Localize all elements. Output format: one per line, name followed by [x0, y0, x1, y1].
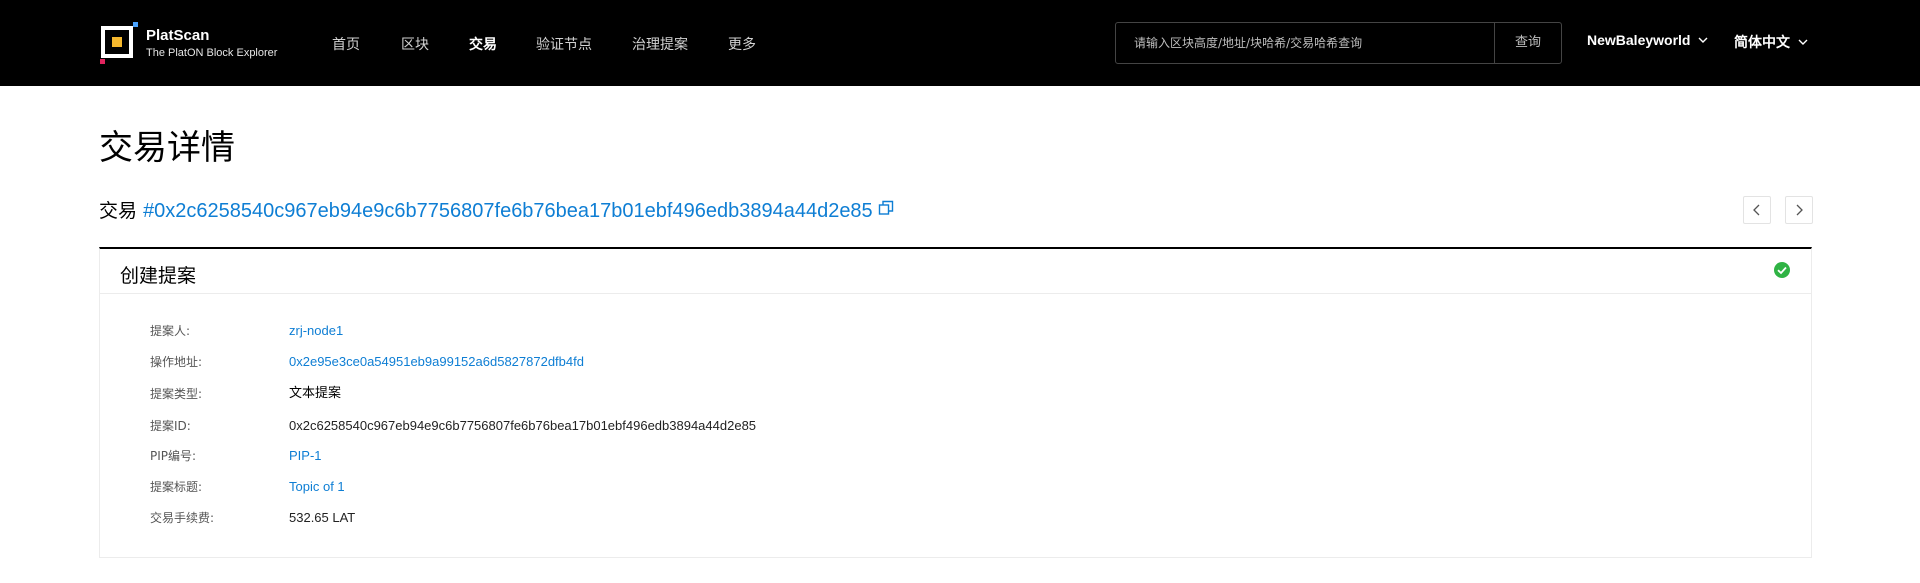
transaction-label: 交易 [99, 200, 138, 222]
operator-address-link[interactable]: 0x2e95e3ce0a54951eb9a99152a6d5827872dfb4… [289, 352, 584, 372]
proposal-id-label: 提案ID: [150, 419, 191, 433]
next-tx-button[interactable] [1785, 196, 1813, 224]
search-input[interactable] [1116, 23, 1494, 63]
nav-transactions[interactable]: 交易 [469, 34, 536, 54]
nav-more[interactable]: 更多 [728, 34, 756, 54]
search-box: 查询 [1115, 22, 1562, 64]
nav-proposals[interactable]: 治理提案 [632, 34, 728, 54]
pip-number-label: PIP编号: [150, 449, 197, 463]
copy-icon[interactable] [878, 200, 894, 216]
tx-fee-value: 532.65 LAT [289, 510, 356, 525]
page-title: 交易详情 [99, 128, 235, 168]
chevron-right-icon [1796, 204, 1803, 216]
language-label: 简体中文 [1734, 34, 1790, 50]
nav-home[interactable]: 首页 [332, 34, 401, 54]
network-dropdown[interactable]: NewBaleyworld [1587, 32, 1708, 48]
transaction-hash[interactable]: #0x2c6258540c967eb94e9c6b7756807fe6b76be… [143, 200, 873, 222]
main-nav: 首页 区块 交易 验证节点 治理提案 更多 [332, 34, 756, 54]
logo-subtitle: The PlatON Block Explorer [146, 47, 278, 59]
proposal-id-value: 0x2c6258540c967eb94e9c6b7756807fe6b76bea… [289, 418, 757, 433]
chevron-down-icon [1698, 37, 1708, 43]
previous-tx-button[interactable] [1743, 196, 1771, 224]
proposer-link[interactable]: zrj-node1 [289, 321, 343, 341]
nav-validators[interactable]: 验证节点 [536, 34, 632, 54]
logo-text: PlatScan The PlatON Block Explorer [146, 27, 277, 61]
platscan-logo-icon[interactable] [100, 22, 140, 64]
proposal-type-value: 文本提案 [289, 386, 342, 401]
pip-number-link[interactable]: PIP-1 [289, 446, 322, 466]
operator-address-label: 操作地址: [150, 355, 203, 369]
proposer-label: 提案人: [150, 324, 191, 338]
chevron-left-icon [1753, 204, 1760, 216]
network-label: NewBaleyworld [1587, 32, 1691, 48]
card-title: 创建提案 [120, 265, 197, 287]
nav-blocks[interactable]: 区块 [401, 34, 469, 54]
language-dropdown[interactable]: 简体中文 [1734, 32, 1808, 52]
card-header: 创建提案 [100, 249, 1811, 294]
top-header: PlatScan The PlatON Block Explorer 首页 区块… [0, 0, 1920, 86]
search-button[interactable]: 查询 [1494, 23, 1561, 63]
proposal-detail-card: 创建提案 提案人: zrj-node1 操作地址: 0x2e95e3ce0a54… [99, 247, 1812, 558]
success-check-icon [1774, 262, 1790, 278]
tx-fee-label: 交易手续费: [150, 511, 215, 525]
chevron-down-icon [1798, 39, 1808, 45]
proposal-title-label: 提案标题: [150, 480, 203, 494]
logo-title: PlatScan [146, 27, 210, 44]
proposal-title-link[interactable]: Topic of 1 [289, 477, 345, 497]
transaction-hash-line: 交易 #0x2c6258540c967eb94e9c6b7756807fe6b7… [99, 196, 873, 223]
proposal-type-label: 提案类型: [150, 387, 203, 401]
